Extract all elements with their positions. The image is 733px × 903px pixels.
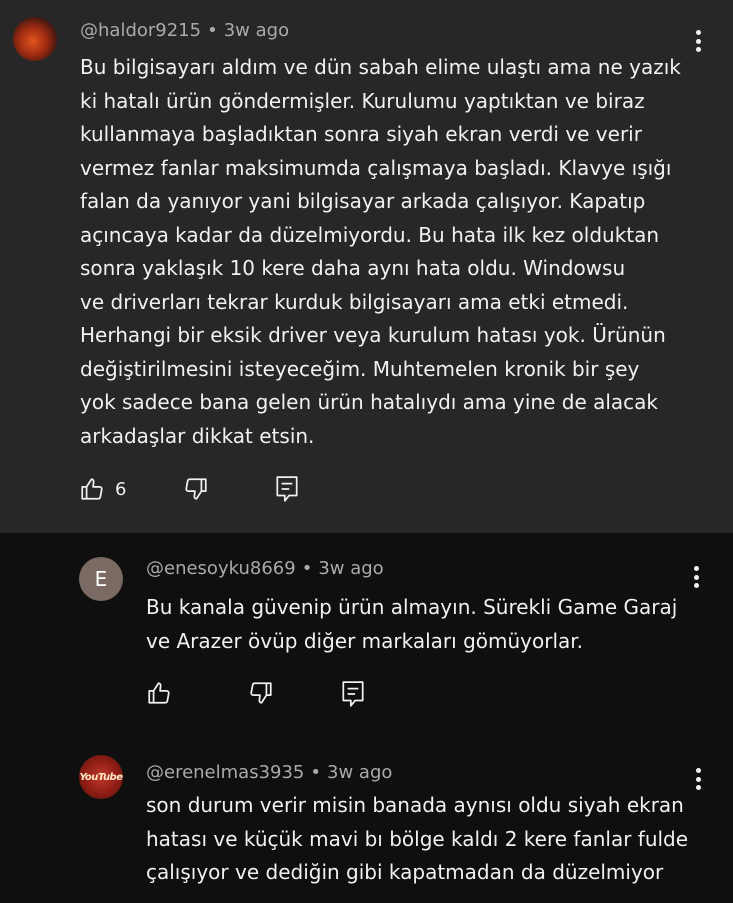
comment-text-line: ve Arazer övüp diğer markaları gömüyorla… <box>146 628 584 653</box>
reply-button[interactable] <box>340 680 366 708</box>
comment-text: Bu bilgisayarı aldım ve dün sabah elime … <box>80 51 710 453</box>
comment-text-line: arkadaşlar dikkat etsin. <box>80 423 315 448</box>
comment-reply-erenelmas3935: YouTube @erenelmas3935 • 3w ago son durum … <box>0 728 733 903</box>
more-vert-icon[interactable] <box>688 28 708 54</box>
comment-thread-haldor9215: @haldor9215 • 3w ago Bu bilgisayarı aldım … <box>0 0 733 533</box>
reply-button[interactable] <box>274 475 300 503</box>
more-vert-icon[interactable] <box>686 564 706 590</box>
thumb-up-icon <box>81 478 103 500</box>
like-count: 6 <box>115 478 127 500</box>
comment-text-line: değiştirilmesini isteyeceğim. Muhtemelen… <box>80 356 640 381</box>
comment-time[interactable]: 3w ago <box>327 762 392 783</box>
avatar-logo-text: YouTube <box>79 771 123 783</box>
comment-time[interactable]: 3w ago <box>224 20 289 41</box>
comment-reply-enesoyku8669: E @enesoyku8669 • 3w ago Bu kanala güvenip… <box>0 533 733 728</box>
comment-text-line: kullanmaya başladıktan sonra siyah ekran… <box>80 122 642 146</box>
avatar-letter: E <box>94 567 108 591</box>
reply-icon <box>342 681 364 707</box>
comment-text-line: ki hatalı ürün göndermişler. Kurulumu ya… <box>80 88 645 113</box>
reply-icon <box>276 476 298 502</box>
author-avatar[interactable]: YouTube <box>79 755 123 799</box>
comment-meta: @erenelmas3935 • 3w ago <box>146 762 392 783</box>
author-handle[interactable]: @erenelmas3935 <box>146 762 304 783</box>
comment-text-line: Herhangi bir eksik driver veya kurulum h… <box>80 323 666 347</box>
more-vert-icon[interactable] <box>688 766 708 792</box>
meta-separator: • <box>207 20 218 41</box>
dislike-button[interactable] <box>248 680 274 706</box>
comment-text-line: vermez fanlar maksimumda çalışmaya başla… <box>80 155 672 180</box>
author-handle[interactable]: @enesoyku8669 <box>146 558 296 579</box>
comment-text-line: sonra yaklaşık 10 kere daha aynı hata ol… <box>80 256 626 280</box>
comment-text-line: hatası ve küçük mavi bı bölge kaldı 2 ke… <box>146 826 689 851</box>
thumb-down-icon <box>185 478 207 500</box>
comment-meta: @enesoyku8669 • 3w ago <box>146 558 384 579</box>
thumb-down-icon <box>250 682 272 704</box>
comment-meta: @haldor9215 • 3w ago <box>80 20 289 41</box>
comment-text: Bu kanala güvenip ürün almayın. Sürekli … <box>146 591 706 658</box>
comment-text-line: ve driverları tekrar kurduk bilgisayarı … <box>80 289 629 314</box>
author-avatar[interactable]: E <box>79 557 123 601</box>
comment-time[interactable]: 3w ago <box>318 558 383 579</box>
comment-text-line: yok sadece bana gelen ürün hatalıydı ama… <box>80 390 659 414</box>
dislike-button[interactable] <box>183 476 209 502</box>
author-handle[interactable]: @haldor9215 <box>80 20 201 41</box>
comment-text: son durum verir misin banada aynısı oldu… <box>146 789 706 890</box>
comment-text-line: son durum verir misin banada aynısı oldu… <box>146 793 684 817</box>
comment-text-line: çalışıyor ve dediğin gibi kapatmadan da … <box>146 860 664 884</box>
like-button[interactable] <box>146 680 172 706</box>
meta-separator: • <box>310 762 322 783</box>
comment-text-line: Bu bilgisayarı aldım ve dün sabah elime … <box>80 55 681 79</box>
thumb-up-icon <box>148 682 170 704</box>
like-button[interactable]: 6 <box>79 476 126 502</box>
comment-text-line: Bu kanala güvenip ürün almayın. Sürekli … <box>146 595 678 619</box>
meta-separator: • <box>301 558 313 579</box>
author-avatar[interactable] <box>13 17 57 61</box>
comment-text-line: falan da yanıyor yani bilgisayar arkada … <box>80 189 646 213</box>
comment-text-line: açıncaya kadar da düzelmiyordu. Bu hata … <box>80 222 660 247</box>
